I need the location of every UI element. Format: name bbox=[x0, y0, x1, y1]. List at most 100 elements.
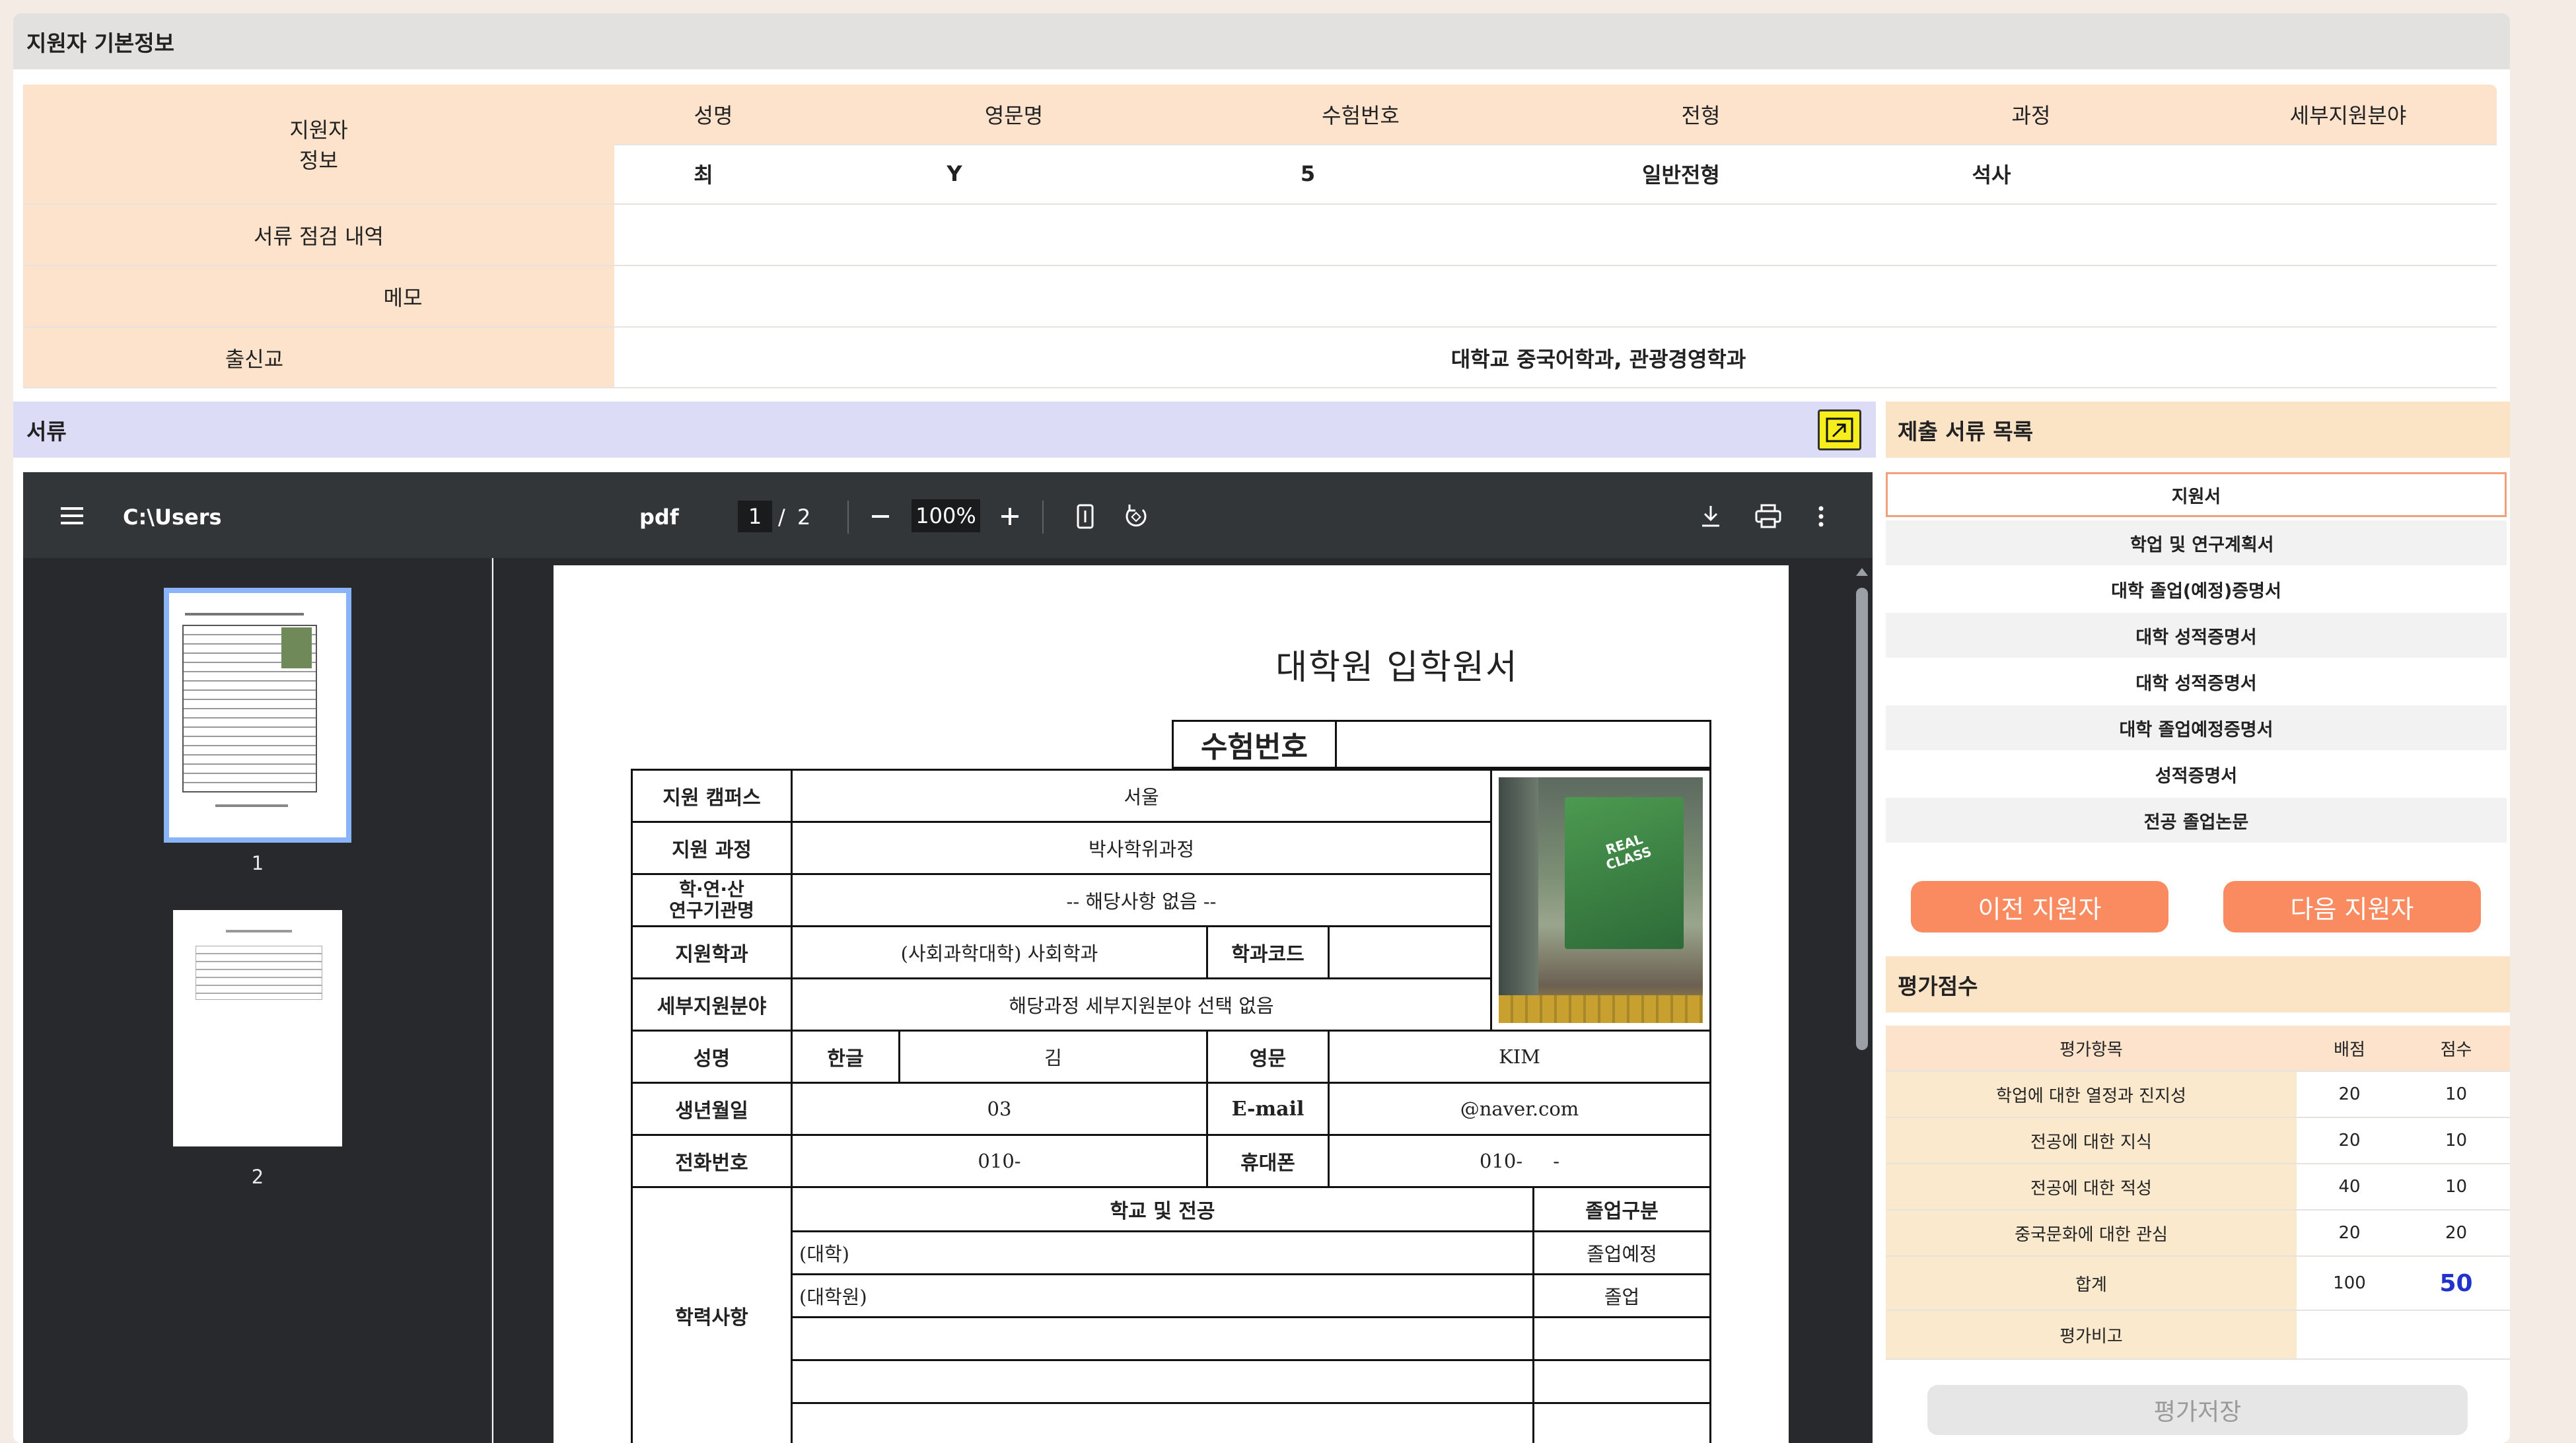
eval-item: 전공에 대한 적성 bbox=[1886, 1164, 2297, 1209]
toolbar-divider bbox=[847, 501, 849, 534]
industry-label: 학·연·산 연구기관명 bbox=[631, 873, 793, 927]
col-header-name: 성명 bbox=[694, 103, 733, 128]
field-value: 해당과정 세부지원분야 선택 없음 bbox=[791, 977, 1492, 1032]
form-title: 대학원 입학원서 bbox=[1275, 648, 1519, 687]
eval-total-score: 50 bbox=[2439, 1269, 2473, 1297]
zoom-out-icon[interactable] bbox=[871, 503, 890, 530]
thumbnail-page-2[interactable] bbox=[173, 910, 342, 1146]
campus-value: 서울 bbox=[791, 769, 1492, 823]
value-english-name: Y bbox=[947, 161, 962, 186]
menu-icon[interactable] bbox=[61, 503, 87, 528]
eval-header-score: 점수 bbox=[2402, 1026, 2510, 1071]
email-label: E-mail bbox=[1206, 1082, 1330, 1136]
eval-max: 20 bbox=[2338, 1131, 2361, 1150]
english-name-value: KIM bbox=[1328, 1030, 1711, 1084]
thumbnail-label-1: 1 bbox=[251, 852, 264, 874]
doc-list-item[interactable]: 대학 성적증명서 bbox=[1886, 659, 2507, 704]
zoom-in-icon[interactable] bbox=[1000, 503, 1020, 530]
value-exam-number: 5 bbox=[1300, 161, 1316, 186]
edu-row-type: 졸업 bbox=[1532, 1273, 1711, 1318]
evaluation-title: 평가점수 bbox=[1898, 973, 1978, 999]
value-name: 최 bbox=[694, 162, 713, 188]
industry-value: -- 해당사항 없음 -- bbox=[791, 873, 1492, 927]
submitted-docs-title: 제출 서류 목록 bbox=[1898, 418, 2034, 444]
doc-list-item[interactable]: 대학 졸업(예정)증명서 bbox=[1886, 567, 2507, 612]
eval-item: 중국문화에 대한 관심 bbox=[1886, 1211, 2297, 1255]
review-history-value bbox=[614, 205, 2497, 265]
korean-name-label: 한글 bbox=[791, 1030, 900, 1084]
doc-list-item[interactable]: 학업 및 연구계획서 bbox=[1886, 520, 2507, 565]
doc-list-item[interactable]: 대학 졸업예정증명서 bbox=[1886, 705, 2507, 750]
viewer-scrollbar[interactable] bbox=[1856, 588, 1868, 1050]
col-header-detail-field: 세부지원분야 bbox=[2289, 103, 2407, 128]
edu-row-empty bbox=[1532, 1316, 1711, 1361]
applicant-info-table: 지원자 정보 성명 영문명 수험번호 전형 과정 세부지원분야 최 Y 5 일반… bbox=[23, 85, 2497, 388]
applicant-photo: REAL CLASS bbox=[1490, 769, 1711, 1032]
toolbar-divider bbox=[1042, 501, 1044, 534]
prev-applicant-button[interactable]: 이전 지원자 bbox=[1911, 881, 2168, 933]
open-in-new-window-button[interactable] bbox=[1818, 409, 1861, 450]
edu-row-empty bbox=[791, 1402, 1534, 1443]
doc-list-item[interactable]: 대학 성적증명서 bbox=[1886, 613, 2507, 658]
eval-remark-input[interactable] bbox=[2297, 1311, 2510, 1358]
edu-row-type: 졸업예정 bbox=[1532, 1230, 1711, 1275]
birth-label: 생년월일 bbox=[631, 1082, 793, 1136]
value-detail-field bbox=[2203, 144, 2493, 203]
email-value: @naver.com bbox=[1328, 1082, 1711, 1136]
print-icon[interactable] bbox=[1754, 502, 1783, 531]
grad-type-header: 졸업구분 bbox=[1532, 1186, 1711, 1232]
review-history-label: 서류 점검 내역 bbox=[254, 224, 384, 249]
phone-label: 전화번호 bbox=[631, 1134, 793, 1188]
doc-list-item[interactable]: 지원서 bbox=[1886, 472, 2507, 517]
eval-item: 학업에 대한 열정과 진지성 bbox=[1886, 1072, 2297, 1117]
scroll-up-arrow-icon[interactable] bbox=[1855, 567, 1869, 581]
name-label: 성명 bbox=[631, 1030, 793, 1084]
eval-score-input[interactable]: 10 bbox=[2402, 1164, 2510, 1209]
phone-value: 010- bbox=[791, 1134, 1208, 1188]
dept-label: 지원학과 bbox=[631, 925, 793, 979]
rotate-icon[interactable] bbox=[1123, 502, 1152, 531]
dept-value: (사회과학대학) 사회학과 bbox=[791, 925, 1208, 979]
page-separator: / bbox=[778, 505, 785, 530]
eval-total-label: 합계 bbox=[1886, 1257, 2297, 1310]
eval-total-max: 100 bbox=[2333, 1273, 2366, 1293]
applicant-info-label: 지원자 정보 bbox=[289, 118, 348, 173]
doc-list-item[interactable]: 성적증명서 bbox=[1886, 752, 2507, 796]
course-label: 지원 과정 bbox=[631, 821, 793, 875]
eval-max: 20 bbox=[2338, 1084, 2361, 1104]
mobile-label: 휴대폰 bbox=[1206, 1134, 1330, 1188]
applicant-section-header: 지원자 기본정보 bbox=[13, 13, 2510, 69]
page-number-input[interactable]: 1 bbox=[738, 501, 772, 532]
eval-score-input[interactable]: 10 bbox=[2402, 1118, 2510, 1163]
eval-score-input[interactable]: 10 bbox=[2402, 1072, 2510, 1117]
eval-item: 전공에 대한 지식 bbox=[1886, 1118, 2297, 1163]
memo-value[interactable] bbox=[614, 266, 2497, 327]
eval-header-max: 배점 bbox=[2297, 1026, 2402, 1071]
documents-section-header: 서류 bbox=[13, 402, 1876, 458]
edu-row-empty bbox=[1532, 1359, 1711, 1404]
pdf-filename: pdf bbox=[639, 505, 679, 530]
birth-value: 03 bbox=[791, 1082, 1208, 1136]
pdf-path: C:\Users bbox=[123, 505, 222, 530]
value-course: 석사 bbox=[1972, 162, 2011, 188]
zoom-input[interactable]: 100% bbox=[912, 499, 980, 532]
eval-score-input[interactable]: 20 bbox=[2402, 1211, 2510, 1255]
field-label: 세부지원분야 bbox=[631, 977, 793, 1032]
edu-row-school: (대학) bbox=[791, 1230, 1534, 1275]
col-header-admission-type: 전형 bbox=[1681, 103, 1721, 128]
next-applicant-button[interactable]: 다음 지원자 bbox=[2223, 881, 2481, 933]
more-options-icon[interactable] bbox=[1818, 503, 1828, 530]
thumbnail-page-1[interactable] bbox=[164, 588, 351, 843]
col-header-course: 과정 bbox=[2011, 103, 2051, 128]
evaluation-header: 평가점수 bbox=[1886, 956, 2510, 1012]
applicant-section-title: 지원자 기본정보 bbox=[26, 30, 175, 56]
save-evaluation-button[interactable]: 평가저장 bbox=[1927, 1385, 2468, 1435]
edu-row-school: (대학원) bbox=[791, 1273, 1534, 1318]
school-value: 대학교 중국어학과, 관광경영학과 bbox=[1450, 347, 1746, 372]
expand-arrow-icon bbox=[1826, 417, 1853, 442]
doc-list-item[interactable]: 전공 졸업논문 bbox=[1886, 798, 2507, 843]
download-icon[interactable] bbox=[1699, 502, 1725, 531]
col-header-english-name: 영문명 bbox=[984, 103, 1044, 128]
fit-page-icon[interactable] bbox=[1075, 502, 1098, 531]
edu-row-empty bbox=[791, 1359, 1534, 1404]
